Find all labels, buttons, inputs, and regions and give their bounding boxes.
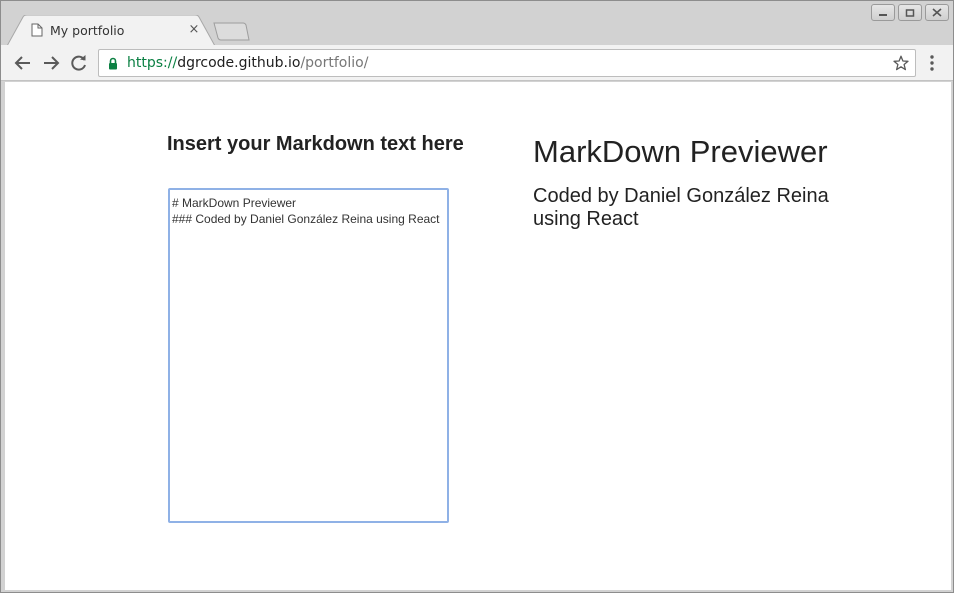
tab-close-icon[interactable]: × [187, 23, 201, 37]
page-content: Insert your Markdown text here # MarkDow… [5, 82, 951, 590]
tab-my-portfolio[interactable]: My portfolio × [25, 17, 211, 45]
url-path: /portfolio/ [300, 55, 369, 71]
minimize-icon[interactable] [871, 4, 895, 21]
preview-heading-3: Coded by Daniel González Reina using Rea… [533, 185, 829, 230]
editor-heading: Insert your Markdown text here [167, 133, 464, 155]
new-tab-button[interactable] [213, 22, 251, 41]
restore-icon[interactable] [898, 4, 922, 21]
preview-heading-1: MarkDown Previewer [533, 134, 828, 169]
url-scheme: https:// [127, 55, 178, 71]
url-host: dgrcode.github.io [177, 55, 301, 71]
markdown-preview: MarkDown Previewer Coded by Daniel Gonzá… [533, 134, 873, 231]
url-text[interactable]: https://dgrcode.github.io/portfolio/ [127, 55, 368, 71]
markdown-input[interactable]: # MarkDown Previewer ### Coded by Daniel… [168, 188, 449, 523]
close-icon[interactable] [925, 4, 949, 21]
tab-title: My portfolio [50, 23, 125, 38]
tab-strip: My portfolio × [1, 1, 953, 46]
window-controls [871, 4, 949, 21]
menu-icon[interactable] [925, 53, 939, 73]
browser-window: My portfolio × https://dgrcode.github.io… [0, 0, 954, 593]
back-arrow-icon[interactable] [13, 53, 33, 73]
browser-toolbar: https://dgrcode.github.io/portfolio/ [1, 45, 953, 81]
lock-icon [109, 57, 117, 70]
reload-icon[interactable] [69, 53, 89, 73]
forward-arrow-icon[interactable] [41, 53, 61, 73]
star-icon[interactable] [893, 55, 909, 71]
page-icon [31, 23, 43, 37]
address-bar[interactable]: https://dgrcode.github.io/portfolio/ [98, 49, 916, 77]
